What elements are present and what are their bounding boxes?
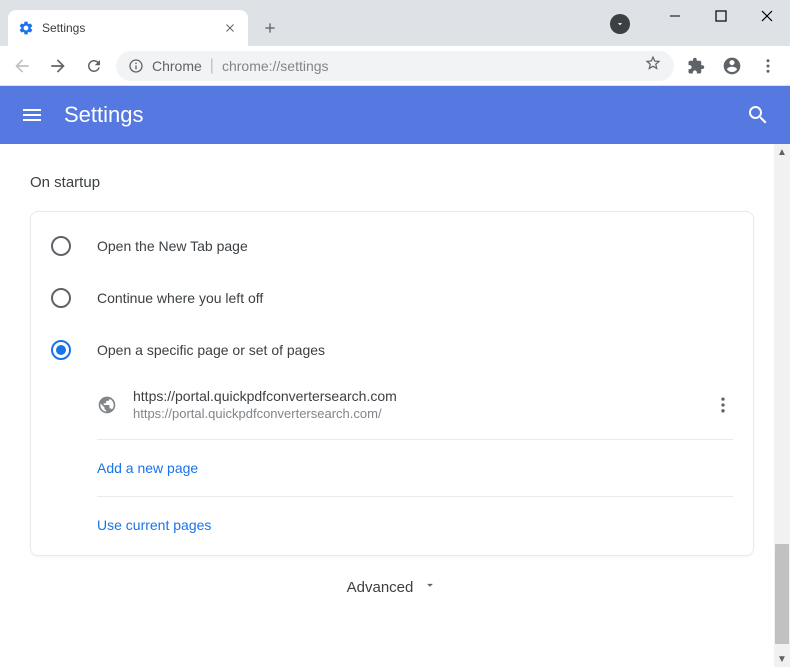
startup-card: Open the New Tab page Continue where you… xyxy=(30,211,754,556)
radio-continue[interactable]: Continue where you left off xyxy=(31,272,753,324)
scrollbar-thumb[interactable] xyxy=(775,544,789,644)
radio-icon-selected xyxy=(51,340,71,360)
scrollbar[interactable]: ▲ ▼ xyxy=(774,144,790,667)
radio-new-tab[interactable]: Open the New Tab page xyxy=(31,220,753,272)
search-icon[interactable] xyxy=(746,103,770,127)
maximize-button[interactable] xyxy=(698,0,744,32)
back-button[interactable] xyxy=(8,52,36,80)
extensions-icon[interactable] xyxy=(682,52,710,80)
radio-continue-label: Continue where you left off xyxy=(97,290,263,306)
gear-icon xyxy=(18,20,34,36)
radio-icon xyxy=(51,288,71,308)
window-controls xyxy=(652,0,790,32)
omnibox-separator: | xyxy=(210,57,214,75)
chrome-menu-icon[interactable] xyxy=(754,52,782,80)
omnibox-url: chrome://settings xyxy=(222,58,636,74)
globe-icon xyxy=(97,395,117,415)
profile-avatar-icon[interactable] xyxy=(718,52,746,80)
page-name: https://portal.quickpdfconvertersearch.c… xyxy=(133,388,713,404)
forward-button[interactable] xyxy=(44,52,72,80)
use-current-pages-link[interactable]: Use current pages xyxy=(97,503,733,547)
reload-button[interactable] xyxy=(80,52,108,80)
radio-new-tab-label: Open the New Tab page xyxy=(97,238,248,254)
page-title: Settings xyxy=(64,102,746,128)
scroll-down-icon[interactable]: ▼ xyxy=(774,651,790,667)
settings-content: On startup Open the New Tab page Continu… xyxy=(0,144,774,667)
new-tab-button[interactable] xyxy=(256,14,284,42)
chevron-down-icon xyxy=(423,578,437,597)
radio-specific-label: Open a specific page or set of pages xyxy=(97,342,325,358)
tab-title: Settings xyxy=(42,21,222,35)
add-new-page-link[interactable]: Add a new page xyxy=(97,446,733,490)
radio-specific[interactable]: Open a specific page or set of pages xyxy=(31,324,753,376)
hamburger-menu-icon[interactable] xyxy=(20,103,44,127)
omnibox[interactable]: Chrome | chrome://settings xyxy=(116,51,674,81)
search-tabs-button[interactable] xyxy=(610,14,630,34)
section-on-startup-label: On startup xyxy=(30,174,754,191)
close-window-button[interactable] xyxy=(744,0,790,32)
settings-header: Settings xyxy=(0,86,790,144)
divider xyxy=(97,439,733,440)
window-titlebar: Settings xyxy=(0,0,790,46)
scroll-up-icon[interactable]: ▲ xyxy=(774,144,790,160)
more-actions-icon[interactable] xyxy=(713,395,733,415)
radio-icon xyxy=(51,236,71,256)
address-bar: Chrome | chrome://settings xyxy=(0,46,790,86)
close-tab-icon[interactable] xyxy=(222,20,238,36)
advanced-toggle[interactable]: Advanced xyxy=(30,556,754,605)
bookmark-star-icon[interactable] xyxy=(644,54,662,77)
omnibox-scheme: Chrome xyxy=(152,58,202,74)
browser-tab[interactable]: Settings xyxy=(8,10,248,46)
startup-pages-list: https://portal.quickpdfconvertersearch.c… xyxy=(31,376,753,547)
page-url: https://portal.quickpdfconvertersearch.c… xyxy=(133,406,713,421)
page-info: https://portal.quickpdfconvertersearch.c… xyxy=(133,388,713,421)
startup-page-entry: https://portal.quickpdfconvertersearch.c… xyxy=(97,376,733,433)
divider xyxy=(97,496,733,497)
minimize-button[interactable] xyxy=(652,0,698,32)
site-info-icon[interactable] xyxy=(128,58,144,74)
advanced-label: Advanced xyxy=(347,579,414,596)
